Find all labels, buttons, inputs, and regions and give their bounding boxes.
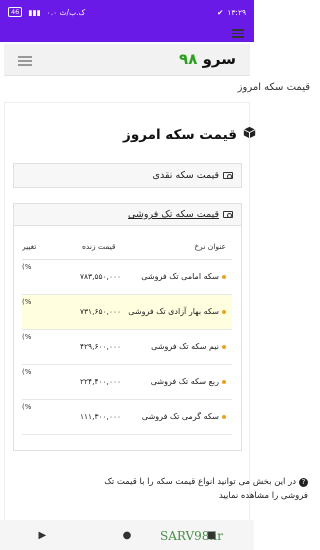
- top-nav-bar: [0, 24, 254, 42]
- notification-icon: ✔: [217, 7, 224, 17]
- row-change: (%: [22, 333, 32, 341]
- clock: ۱۳:۲۹: [227, 7, 246, 17]
- table-row[interactable]: سکه بهار آزادی تک فروشی ۷۳۱,۶۵۰,۰۰۰ (%: [22, 295, 232, 330]
- logo-number: ۹۸: [179, 50, 198, 68]
- single-section-title[interactable]: قیمت سکه تک فروشی: [128, 209, 219, 220]
- info-note-text: در این بخش می توانید انواع قیمت سکه را ب…: [104, 477, 308, 501]
- cash-coin-section[interactable]: قیمت سکه نقدی: [13, 163, 242, 188]
- bullet-icon: [222, 344, 226, 349]
- table-header: عنوان نرخ قیمت زنده تغییر: [22, 232, 232, 260]
- money-icon: [223, 211, 233, 218]
- watermark: SARV98.ir: [160, 529, 223, 543]
- row-name: سکه گرمی تک فروشی: [141, 412, 219, 421]
- header-price: قیمت زنده: [82, 242, 116, 251]
- row-change: (%: [22, 263, 32, 271]
- table-row[interactable]: نیم سکه تک فروشی ۴۲۹,۶۰۰,۰۰۰ (%: [22, 330, 232, 365]
- app-header: سرو ۹۸: [4, 44, 250, 76]
- price-table[interactable]: عنوان نرخ قیمت زنده تغییر سکه امامی تک ف…: [22, 232, 232, 442]
- row-change: (%: [22, 368, 32, 376]
- row-name: ربع سکه تک فروشی: [150, 377, 219, 386]
- site-logo[interactable]: سرو ۹۸: [179, 50, 236, 68]
- row-price: ۲۲۴,۴۰۰,۰۰۰: [80, 377, 122, 386]
- status-left: 46 ▮▮▮ ۰.۰ ک.ب/ث: [8, 7, 85, 17]
- cash-section-title: قیمت سکه نقدی: [152, 170, 219, 181]
- row-change: (%: [22, 298, 32, 306]
- money-icon: [223, 172, 233, 179]
- page-title-text: قیمت سکه امروز: [123, 126, 237, 143]
- row-price: ۷۸۳,۵۵۰,۰۰۰: [80, 272, 122, 281]
- row-change: (%: [22, 403, 32, 411]
- row-name: سکه بهار آزادی تک فروشی: [128, 307, 219, 316]
- bullet-icon: [222, 414, 226, 419]
- status-bar: 46 ▮▮▮ ۰.۰ ک.ب/ث ۱۳:۲۹ ✔: [0, 0, 254, 24]
- table-row[interactable]: سکه امامی تک فروشی ۷۸۳,۵۵۰,۰۰۰ (%: [22, 260, 232, 295]
- breadcrumb: قیمت سکه امروز: [237, 82, 310, 93]
- info-note: ?در این بخش می توانید انواع قیمت سکه را …: [80, 475, 308, 503]
- table-row[interactable]: ربع سکه تک فروشی ۲۲۴,۴۰۰,۰۰۰ (%: [22, 365, 232, 400]
- table-row[interactable]: سکه گرمی تک فروشی ۱۱۱,۳۰۰,۰۰۰ (%: [22, 400, 232, 435]
- menu-icon[interactable]: [18, 56, 32, 66]
- signal-icon: ▮▮▮: [28, 7, 41, 17]
- row-price: ۱۱۱,۳۰۰,۰۰۰: [80, 412, 122, 421]
- row-name: نیم سکه تک فروشی: [151, 342, 219, 351]
- home-icon[interactable]: ●: [121, 529, 133, 541]
- logo-text: سرو: [202, 50, 236, 68]
- top-menu-icon[interactable]: [232, 29, 244, 38]
- status-right: ۱۳:۲۹ ✔: [217, 8, 246, 17]
- network-speed: ۰.۰ ک.ب/ث: [46, 7, 86, 17]
- question-icon: ?: [299, 478, 308, 487]
- single-section-header[interactable]: قیمت سکه تک فروشی: [14, 204, 241, 226]
- header-change: تغییر: [22, 242, 37, 251]
- back-icon[interactable]: ▶: [36, 529, 48, 541]
- bullet-icon: [222, 379, 226, 384]
- cube-icon: [243, 126, 256, 143]
- header-title: عنوان نرخ: [194, 242, 226, 251]
- bullet-icon: [222, 274, 226, 279]
- battery-icon: 46: [8, 7, 23, 17]
- page-title: قیمت سکه امروز: [123, 126, 256, 143]
- row-price: ۴۲۹,۶۰۰,۰۰۰: [80, 342, 122, 351]
- row-price: ۷۳۱,۶۵۰,۰۰۰: [80, 307, 122, 316]
- bullet-icon: [222, 309, 226, 314]
- row-name: سکه امامی تک فروشی: [141, 272, 219, 281]
